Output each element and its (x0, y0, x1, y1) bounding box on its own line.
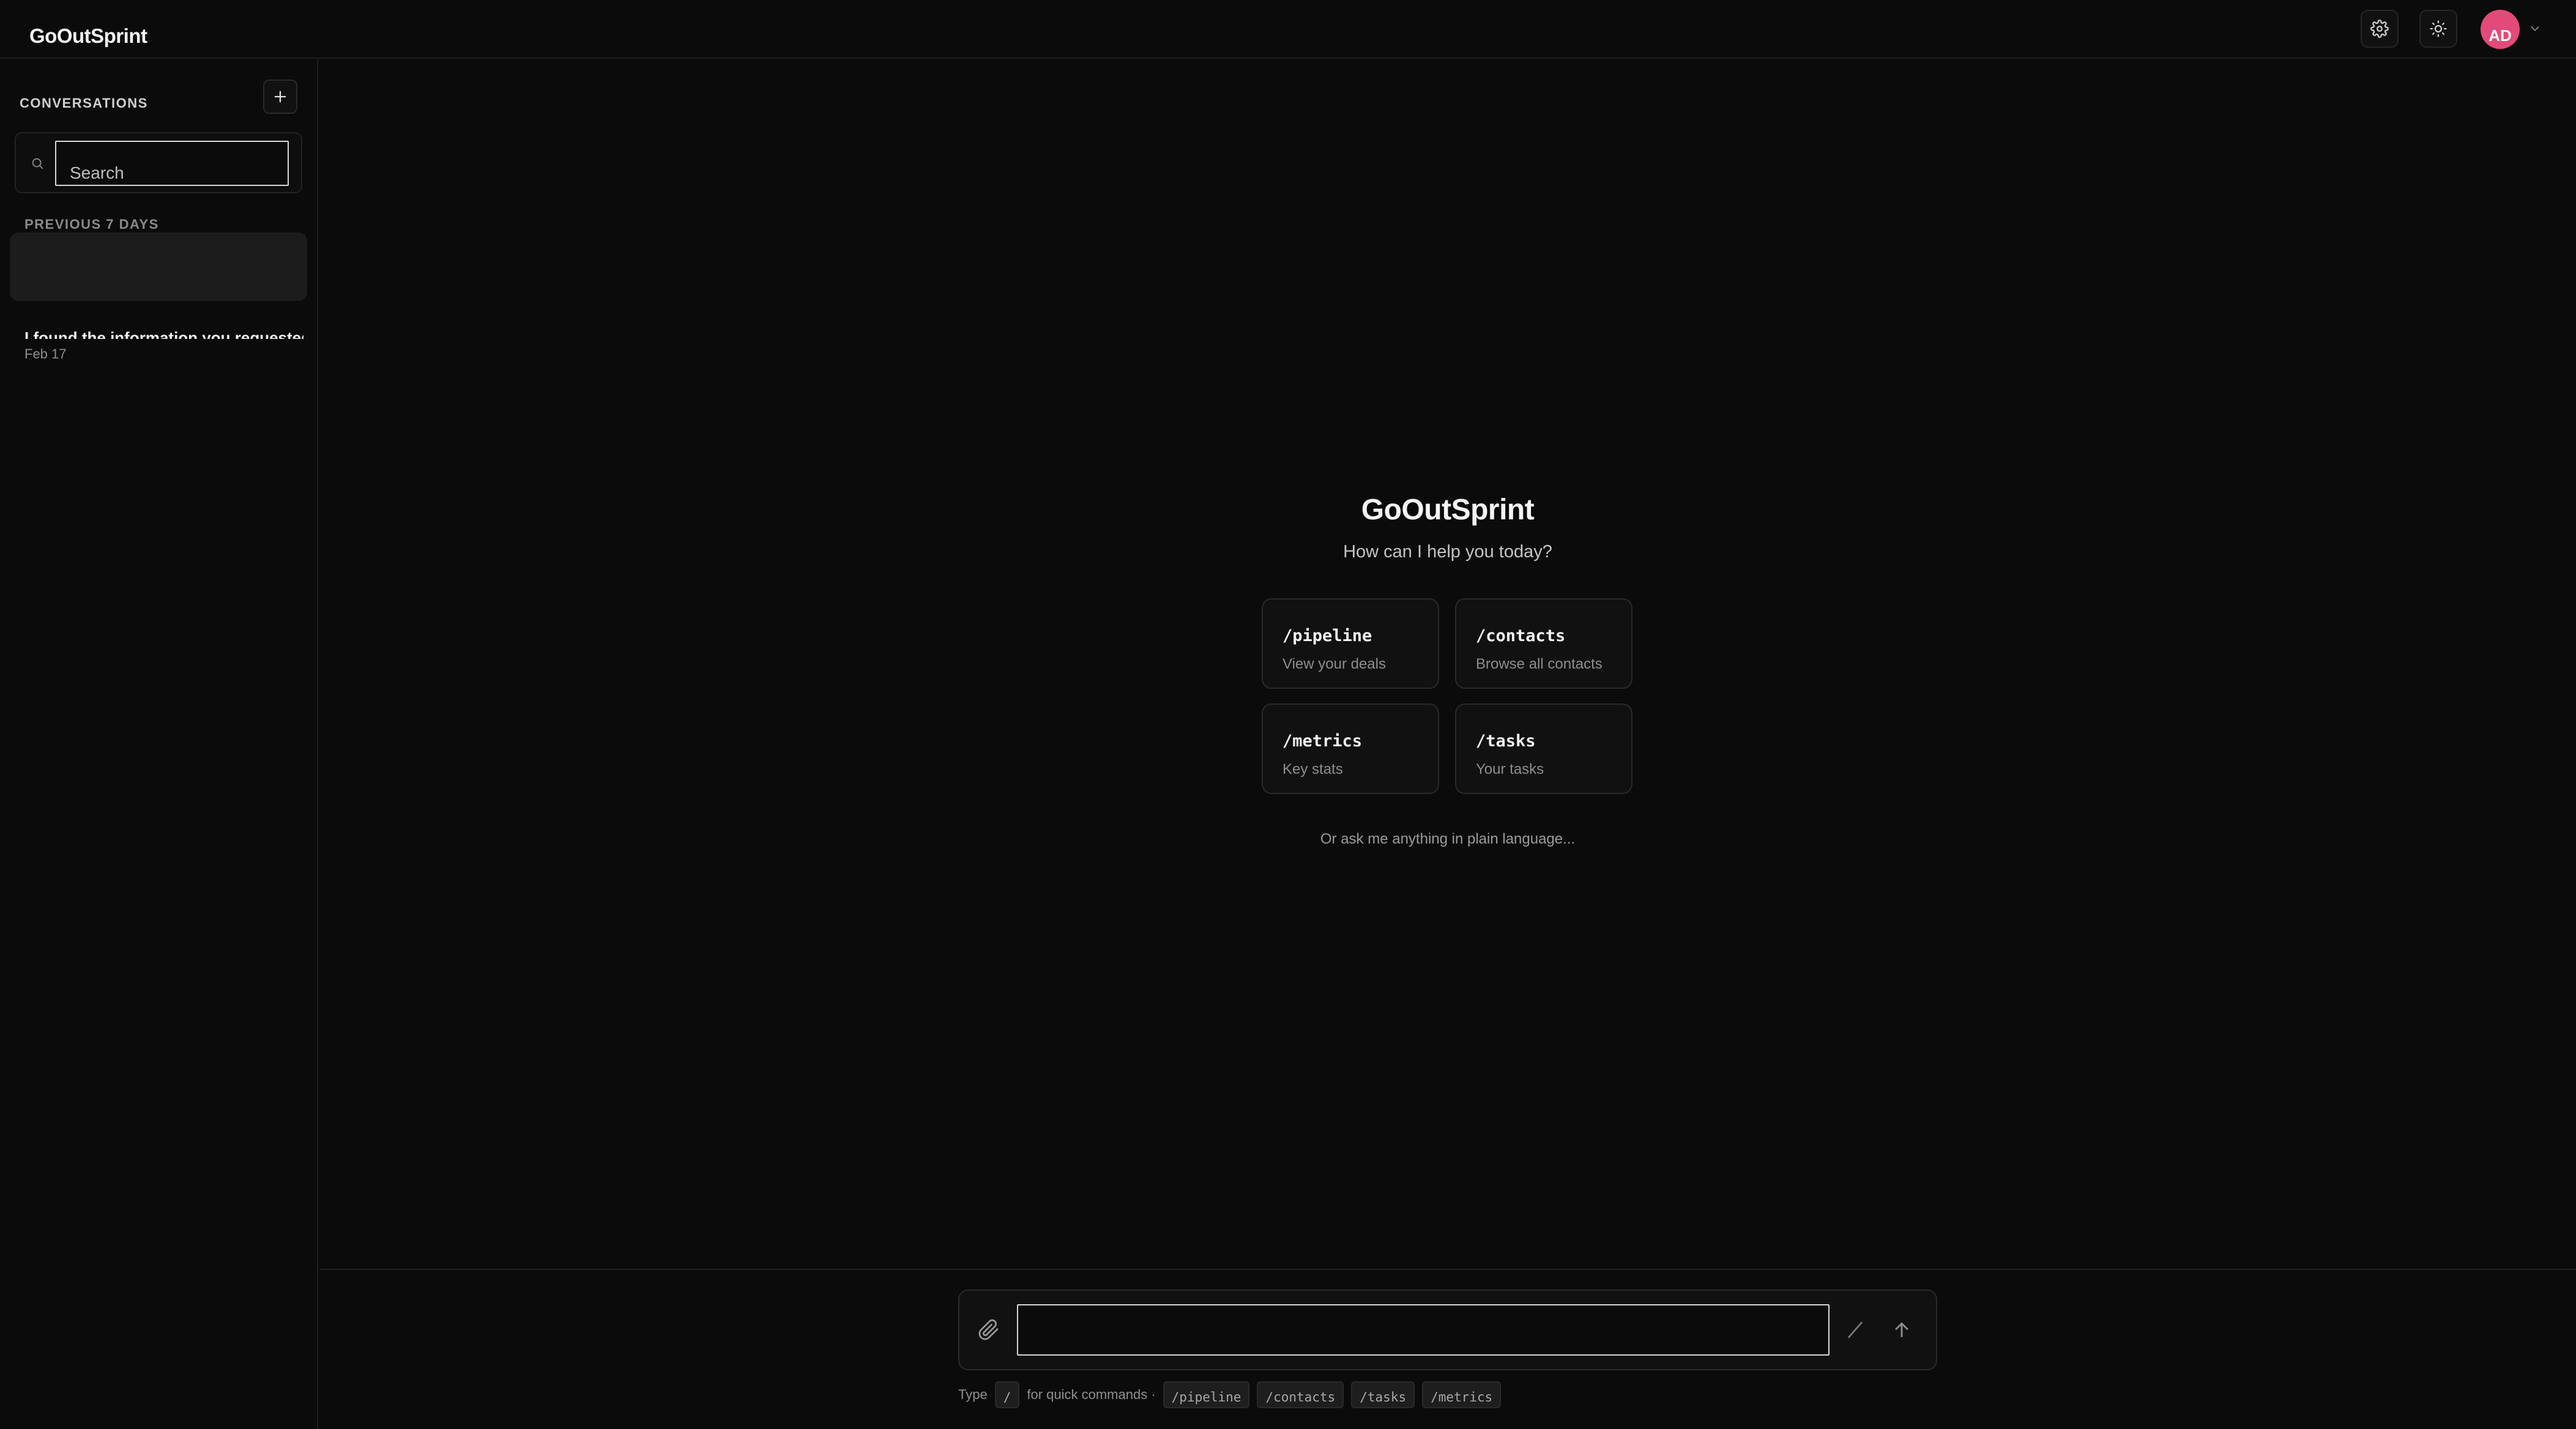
card-description: Key stats (1282, 761, 1343, 778)
sidebar-title: CONVERSATIONS (20, 95, 148, 111)
plain-language-hint: Or ask me anything in plain language... (1320, 831, 1576, 847)
hint-suffix: for quick commands · (1027, 1387, 1156, 1402)
theme-toggle-button[interactable] (2419, 10, 2457, 48)
conversation-item[interactable]: I found the information you requested Fe… (10, 316, 307, 383)
message-input[interactable] (1017, 1304, 1830, 1356)
slash-key: / (994, 1381, 1020, 1408)
conversation-date: Feb 17 (24, 346, 67, 362)
slash-command-icon[interactable] (1844, 1319, 1866, 1341)
card-command: /metrics (1282, 732, 1363, 751)
card-command: /pipeline (1282, 626, 1372, 645)
quick-commands-hint: Type / for quick commands · /pipeline /c… (958, 1379, 1502, 1411)
card-description: Your tasks (1476, 761, 1544, 778)
welcome-title: GoOutSprint (1361, 494, 1535, 526)
search-icon (32, 158, 43, 169)
message-composer (958, 1290, 1937, 1370)
settings-button[interactable] (2361, 10, 2399, 48)
send-arrow-up-icon[interactable] (1891, 1319, 1913, 1341)
conversations-sidebar: CONVERSATIONS PREVIOUS 7 DAYS I found th… (0, 59, 318, 1429)
section-label-previous-7-days: PREVIOUS 7 DAYS (24, 217, 159, 232)
command-card-contacts[interactable]: /contacts Browse all contacts (1455, 598, 1632, 689)
quick-command-pipeline[interactable]: /pipeline (1163, 1381, 1250, 1408)
card-description: Browse all contacts (1476, 656, 1603, 672)
app-root: GoOutSprint AD CONVERSATIONS Search PREV… (0, 0, 2576, 1429)
card-command: /contacts (1476, 626, 1566, 645)
welcome-subtitle: How can I help you today? (1343, 542, 1552, 562)
chevron-down-icon[interactable] (2528, 22, 2542, 35)
card-command: /tasks (1476, 732, 1536, 751)
plus-icon (274, 91, 286, 103)
top-bar: GoOutSprint AD (0, 0, 2576, 59)
quick-command-metrics[interactable]: /metrics (1422, 1381, 1502, 1408)
hint-prefix: Type (958, 1387, 988, 1402)
brand-logo[interactable]: GoOutSprint (29, 24, 147, 48)
chat-main: GoOutSprint How can I help you today? /p… (319, 59, 2576, 1269)
conversation-item-selected[interactable] (10, 232, 307, 301)
gear-icon (2370, 20, 2389, 38)
conversation-title: I found the information you requested (24, 328, 303, 339)
command-card-tasks[interactable]: /tasks Your tasks (1455, 703, 1632, 794)
quick-command-tasks[interactable]: /tasks (1351, 1381, 1415, 1408)
user-avatar[interactable]: AD (2481, 10, 2520, 49)
search-box (15, 132, 302, 193)
quick-command-contacts[interactable]: /contacts (1257, 1381, 1344, 1408)
search-input[interactable] (55, 141, 289, 186)
sun-icon (2430, 20, 2447, 37)
card-description: View your deals (1282, 656, 1386, 672)
composer-area: Type / for quick commands · /pipeline /c… (319, 1269, 2576, 1429)
command-card-pipeline[interactable]: /pipeline View your deals (1262, 598, 1439, 689)
command-card-metrics[interactable]: /metrics Key stats (1262, 703, 1439, 794)
paperclip-icon[interactable] (978, 1319, 1000, 1341)
new-conversation-button[interactable] (263, 80, 297, 114)
